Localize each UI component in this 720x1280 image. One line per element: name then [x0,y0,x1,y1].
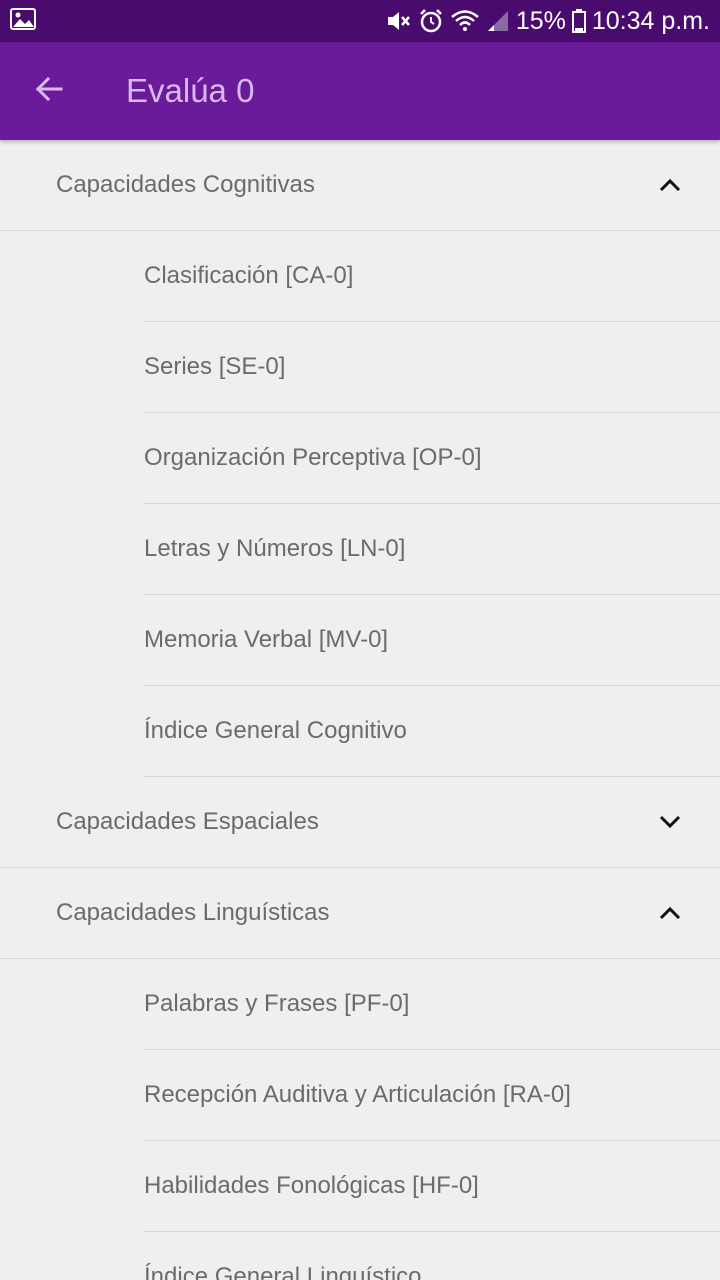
list-item-label: Clasificación [CA-0] [144,262,354,289]
list-item-label: Índice General Linguístico [144,1263,422,1280]
list-item-label: Habilidades Fonológicas [HF-0] [144,1172,479,1199]
battery-percent: 15% [515,6,566,35]
arrow-back-icon [33,73,65,110]
status-bar: 15% 10:34 p.m. [0,0,720,42]
chevron-up-icon[interactable] [656,899,684,927]
list-item[interactable]: Índice General Cognitivo [144,686,720,777]
status-right: 15% 10:34 p.m. [386,7,710,36]
list-item-label: Palabras y Frases [PF-0] [144,990,410,1017]
gallery-icon [10,7,36,35]
battery-icon [571,9,586,33]
list-item-label: Índice General Cognitivo [144,717,407,744]
page-title: Evalúa 0 [126,72,255,109]
signal-icon [486,9,510,33]
mute-icon [386,9,412,33]
list-item[interactable]: Habilidades Fonológicas [HF-0] [144,1141,720,1232]
chevron-down-icon[interactable] [656,808,684,836]
list-item[interactable]: Letras y Números [LN-0] [144,504,720,595]
list-item-label: Memoria Verbal [MV-0] [144,626,389,653]
group-header-capacidades-linguisticas[interactable]: Capacidades Linguísticas [0,868,720,959]
list-item-label: Series [SE-0] [144,353,286,380]
group-label: Capacidades Linguísticas [56,899,330,926]
group-label: Capacidades Cognitivas [56,171,315,198]
status-left [10,7,36,35]
list-item[interactable]: Recepción Auditiva y Articulación [RA-0] [144,1050,720,1141]
wifi-icon [450,9,480,33]
list-item-label: Letras y Números [LN-0] [144,535,406,562]
group-label: Capacidades Espaciales [56,808,319,835]
back-button[interactable] [0,42,98,140]
clock: 10:34 p.m. [591,6,710,35]
list-item[interactable]: Organización Perceptiva [OP-0] [144,413,720,504]
list-item-label: Recepción Auditiva y Articulación [RA-0] [144,1081,571,1108]
app-bar: Evalúa 0 [0,42,720,140]
group-header-capacidades-espaciales[interactable]: Capacidades Espaciales [0,777,720,868]
chevron-up-icon[interactable] [656,171,684,199]
expandable-list: Capacidades Cognitivas Clasificación [CA… [0,140,720,1280]
list-item[interactable]: Palabras y Frases [PF-0] [144,959,720,1050]
list-item[interactable]: Series [SE-0] [144,322,720,413]
group-header-capacidades-cognitivas[interactable]: Capacidades Cognitivas [0,140,720,231]
list-item[interactable]: Memoria Verbal [MV-0] [144,595,720,686]
list-item[interactable]: Clasificación [CA-0] [144,231,720,322]
list-item[interactable]: Índice General Linguístico [144,1232,720,1280]
list-item-label: Organización Perceptiva [OP-0] [144,444,482,471]
alarm-icon [418,8,444,34]
